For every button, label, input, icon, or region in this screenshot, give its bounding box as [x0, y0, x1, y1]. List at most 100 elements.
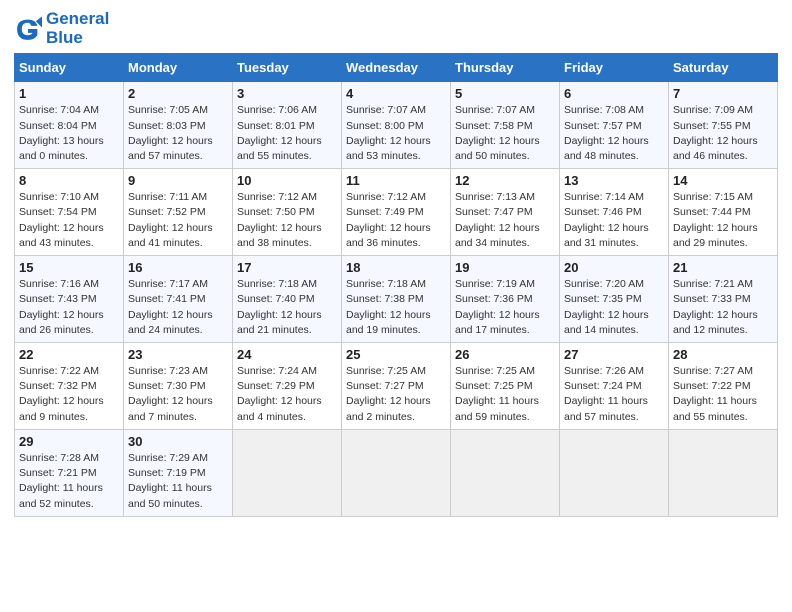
calendar-cell: 9Sunrise: 7:11 AMSunset: 7:52 PMDaylight…	[124, 169, 233, 256]
day-info: Sunrise: 7:16 AMSunset: 7:43 PMDaylight:…	[19, 277, 119, 338]
day-info: Sunrise: 7:22 AMSunset: 7:32 PMDaylight:…	[19, 364, 119, 425]
day-number: 13	[564, 173, 664, 188]
day-info: Sunrise: 7:07 AMSunset: 8:00 PMDaylight:…	[346, 103, 446, 164]
day-number: 16	[128, 260, 228, 275]
calendar-cell: 19 Sunrise: 7:19 AMSunset: 7:36 PMDayligh…	[451, 256, 560, 343]
day-number: 26	[455, 347, 555, 362]
logo: General Blue	[14, 10, 109, 47]
day-number: 10	[237, 173, 337, 188]
logo-icon	[14, 15, 42, 43]
day-info: Sunrise: 7:28 AMSunset: 7:21 PMDaylight:…	[19, 451, 119, 512]
calendar-cell: 18 Sunrise: 7:18 AMSunset: 7:38 PMDayligh…	[342, 256, 451, 343]
day-number: 6	[564, 86, 664, 101]
calendar-cell: 4 Sunrise: 7:07 AMSunset: 8:00 PMDaylight…	[342, 82, 451, 169]
calendar-cell: 2 Sunrise: 7:05 AMSunset: 8:03 PMDaylight…	[124, 82, 233, 169]
day-number: 1	[19, 86, 119, 101]
calendar-cell	[233, 429, 342, 516]
calendar-cell: 24Sunrise: 7:24 AMSunset: 7:29 PMDayligh…	[233, 343, 342, 430]
day-info: Sunrise: 7:09 AMSunset: 7:55 PMDaylight:…	[673, 103, 773, 164]
day-number: 14	[673, 173, 773, 188]
day-number: 5	[455, 86, 555, 101]
calendar-cell: 23 Sunrise: 7:23 AMSunset: 7:30 PMDayligh…	[124, 343, 233, 430]
logo-text: General Blue	[46, 10, 109, 47]
day-number: 27	[564, 347, 664, 362]
day-info: Sunrise: 7:29 AMSunset: 7:19 PMDaylight:…	[128, 451, 228, 512]
day-info: Sunrise: 7:04 AMSunset: 8:04 PMDaylight:…	[19, 103, 119, 164]
day-number: 20	[564, 260, 664, 275]
calendar-cell	[342, 429, 451, 516]
calendar-cell	[451, 429, 560, 516]
calendar-cell	[560, 429, 669, 516]
day-info: Sunrise: 7:05 AMSunset: 8:03 PMDaylight:…	[128, 103, 228, 164]
calendar-cell: 3 Sunrise: 7:06 AMSunset: 8:01 PMDaylight…	[233, 82, 342, 169]
calendar-cell: 10 Sunrise: 7:12 AMSunset: 7:50 PMDayligh…	[233, 169, 342, 256]
calendar-cell: 11 Sunrise: 7:12 AMSunset: 7:49 PMDayligh…	[342, 169, 451, 256]
day-number: 8	[19, 173, 119, 188]
day-number: 21	[673, 260, 773, 275]
day-number: 11	[346, 173, 446, 188]
calendar-cell: 7 Sunrise: 7:09 AMSunset: 7:55 PMDaylight…	[669, 82, 778, 169]
calendar-cell: 15 Sunrise: 7:16 AMSunset: 7:43 PMDayligh…	[15, 256, 124, 343]
day-info: Sunrise: 7:18 AMSunset: 7:38 PMDaylight:…	[346, 277, 446, 338]
day-info: Sunrise: 7:12 AMSunset: 7:50 PMDaylight:…	[237, 190, 337, 251]
day-info: Sunrise: 7:25 AMSunset: 7:27 PMDaylight:…	[346, 364, 446, 425]
col-header-wednesday: Wednesday	[342, 54, 451, 82]
day-number: 18	[346, 260, 446, 275]
day-info: Sunrise: 7:06 AMSunset: 8:01 PMDaylight:…	[237, 103, 337, 164]
col-header-thursday: Thursday	[451, 54, 560, 82]
day-number: 29	[19, 434, 119, 449]
day-info: Sunrise: 7:15 AMSunset: 7:44 PMDaylight:…	[673, 190, 773, 251]
week-row-4: 22 Sunrise: 7:22 AMSunset: 7:32 PMDayligh…	[15, 343, 778, 430]
calendar-cell: 13 Sunrise: 7:14 AMSunset: 7:46 PMDayligh…	[560, 169, 669, 256]
calendar-cell: 30 Sunrise: 7:29 AMSunset: 7:19 PMDayligh…	[124, 429, 233, 516]
day-info: Sunrise: 7:23 AMSunset: 7:30 PMDaylight:…	[128, 364, 228, 425]
day-info: Sunrise: 7:13 AMSunset: 7:47 PMDaylight:…	[455, 190, 555, 251]
calendar-cell: 8 Sunrise: 7:10 AMSunset: 7:54 PMDaylight…	[15, 169, 124, 256]
col-header-tuesday: Tuesday	[233, 54, 342, 82]
calendar-cell: 16 Sunrise: 7:17 AMSunset: 7:41 PMDayligh…	[124, 256, 233, 343]
col-header-saturday: Saturday	[669, 54, 778, 82]
calendar-cell: 14 Sunrise: 7:15 AMSunset: 7:44 PMDayligh…	[669, 169, 778, 256]
day-number: 2	[128, 86, 228, 101]
page-header: General Blue	[14, 10, 778, 47]
calendar-cell: 21 Sunrise: 7:21 AMSunset: 7:33 PMDayligh…	[669, 256, 778, 343]
calendar-cell: 17Sunrise: 7:18 AMSunset: 7:40 PMDayligh…	[233, 256, 342, 343]
week-row-2: 8 Sunrise: 7:10 AMSunset: 7:54 PMDaylight…	[15, 169, 778, 256]
day-number: 30	[128, 434, 228, 449]
calendar-cell: 22 Sunrise: 7:22 AMSunset: 7:32 PMDayligh…	[15, 343, 124, 430]
day-info: Sunrise: 7:14 AMSunset: 7:46 PMDaylight:…	[564, 190, 664, 251]
week-row-5: 29 Sunrise: 7:28 AMSunset: 7:21 PMDayligh…	[15, 429, 778, 516]
day-info: Sunrise: 7:25 AMSunset: 7:25 PMDaylight:…	[455, 364, 555, 425]
calendar-cell: 29 Sunrise: 7:28 AMSunset: 7:21 PMDayligh…	[15, 429, 124, 516]
calendar-cell	[669, 429, 778, 516]
day-number: 25	[346, 347, 446, 362]
day-info: Sunrise: 7:20 AMSunset: 7:35 PMDaylight:…	[564, 277, 664, 338]
day-info: Sunrise: 7:10 AMSunset: 7:54 PMDaylight:…	[19, 190, 119, 251]
calendar-table: SundayMondayTuesdayWednesdayThursdayFrid…	[14, 53, 778, 516]
day-number: 12	[455, 173, 555, 188]
day-info: Sunrise: 7:21 AMSunset: 7:33 PMDaylight:…	[673, 277, 773, 338]
week-row-3: 15 Sunrise: 7:16 AMSunset: 7:43 PMDayligh…	[15, 256, 778, 343]
day-number: 23	[128, 347, 228, 362]
day-number: 15	[19, 260, 119, 275]
col-header-sunday: Sunday	[15, 54, 124, 82]
day-info: Sunrise: 7:19 AMSunset: 7:36 PMDaylight:…	[455, 277, 555, 338]
day-number: 4	[346, 86, 446, 101]
day-number: 9	[128, 173, 228, 188]
calendar-cell: 25 Sunrise: 7:25 AMSunset: 7:27 PMDayligh…	[342, 343, 451, 430]
day-number: 3	[237, 86, 337, 101]
calendar-cell: 12 Sunrise: 7:13 AMSunset: 7:47 PMDayligh…	[451, 169, 560, 256]
day-number: 22	[19, 347, 119, 362]
day-info: Sunrise: 7:07 AMSunset: 7:58 PMDaylight:…	[455, 103, 555, 164]
day-info: Sunrise: 7:17 AMSunset: 7:41 PMDaylight:…	[128, 277, 228, 338]
calendar-cell: 1 Sunrise: 7:04 AMSunset: 8:04 PMDaylight…	[15, 82, 124, 169]
day-number: 28	[673, 347, 773, 362]
day-info: Sunrise: 7:08 AMSunset: 7:57 PMDaylight:…	[564, 103, 664, 164]
calendar-cell: 20 Sunrise: 7:20 AMSunset: 7:35 PMDayligh…	[560, 256, 669, 343]
day-info: Sunrise: 7:24 AMSunset: 7:29 PMDaylight:…	[237, 364, 337, 425]
day-number: 17	[237, 260, 337, 275]
day-number: 7	[673, 86, 773, 101]
day-info: Sunrise: 7:12 AMSunset: 7:49 PMDaylight:…	[346, 190, 446, 251]
calendar-cell: 5 Sunrise: 7:07 AMSunset: 7:58 PMDaylight…	[451, 82, 560, 169]
day-number: 19	[455, 260, 555, 275]
